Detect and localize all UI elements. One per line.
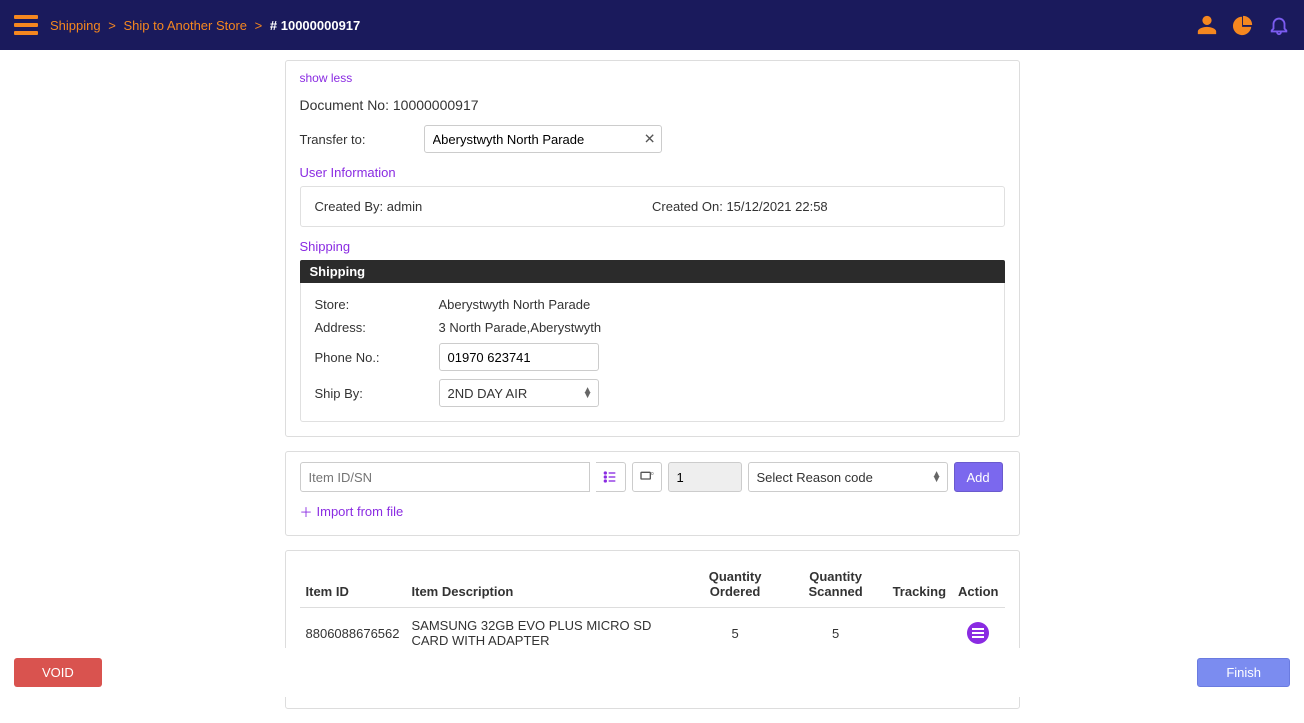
created-by-value: admin [387, 199, 422, 214]
footer: VOID Finish [0, 648, 1304, 697]
svg-text:0: 0 [651, 471, 654, 476]
shipping-panel-header: Shipping [300, 260, 1005, 283]
user-icon[interactable] [1196, 14, 1218, 36]
created-on-label: Created On: [652, 199, 723, 214]
browse-items-button[interactable] [596, 462, 626, 492]
column-item-description: Item Description [406, 561, 686, 608]
document-number: Document No: 10000000917 [300, 97, 1005, 113]
row-action-menu[interactable] [967, 622, 989, 644]
plus-icon: ＋ [300, 502, 313, 521]
add-button[interactable]: Add [954, 462, 1003, 492]
list-icon [602, 469, 618, 485]
transfer-to-label: Transfer to: [300, 132, 424, 147]
toggle-show-less[interactable]: show less [300, 71, 1005, 85]
breadcrumb: Shipping > Ship to Another Store > # 100… [50, 18, 360, 33]
address-label: Address: [315, 320, 439, 335]
void-button[interactable]: VOID [14, 658, 102, 687]
shipping-title[interactable]: Shipping [300, 239, 1005, 254]
store-label: Store: [315, 297, 439, 312]
column-qty-scanned: Quantity Scanned [785, 561, 887, 608]
transfer-card: show less Document No: 10000000917 Trans… [285, 60, 1020, 437]
app-header: Shipping > Ship to Another Store > # 100… [0, 0, 1304, 50]
chart-pie-icon[interactable] [1232, 14, 1254, 36]
chevron-updown-icon: ▲▼ [583, 388, 593, 398]
clear-transfer-icon[interactable]: ✕ [644, 131, 656, 148]
created-by-label: Created By: [315, 199, 384, 214]
phone-label: Phone No.: [315, 350, 439, 365]
breadcrumb-current: # 10000000917 [270, 18, 360, 33]
quantity-input[interactable] [668, 462, 742, 492]
transfer-to-input[interactable] [424, 125, 662, 153]
user-info-panel: Created By: admin Created On: 15/12/2021… [300, 186, 1005, 227]
menu-icon[interactable] [14, 15, 38, 35]
user-info-title[interactable]: User Information [300, 165, 1005, 180]
item-id-input[interactable] [300, 462, 590, 492]
barcode-icon[interactable]: 0 [632, 462, 662, 492]
column-action: Action [952, 561, 1004, 608]
shipping-panel: Store: Aberystwyth North Parade Address:… [300, 283, 1005, 422]
column-qty-ordered: Quantity Ordered [686, 561, 785, 608]
ship-by-select[interactable]: 2ND DAY AIR [439, 379, 599, 407]
ship-by-label: Ship By: [315, 386, 439, 401]
created-on-value: 15/12/2021 22:58 [726, 199, 827, 214]
breadcrumb-shipping[interactable]: Shipping [50, 18, 101, 33]
import-from-file-link[interactable]: ＋ Import from file [300, 502, 404, 521]
store-value: Aberystwyth North Parade [439, 297, 591, 312]
address-value: 3 North Parade,Aberystwyth [439, 320, 602, 335]
phone-input[interactable] [439, 343, 599, 371]
chevron-updown-icon: ▲▼ [932, 472, 942, 482]
bell-icon[interactable] [1268, 14, 1290, 36]
reason-select[interactable]: Select Reason code [748, 462, 948, 492]
column-tracking: Tracking [887, 561, 952, 608]
add-item-card: 0 Select Reason code ▲▼ Add ＋ Import fro… [285, 451, 1020, 536]
finish-button[interactable]: Finish [1197, 658, 1290, 687]
column-item-id: Item ID [300, 561, 406, 608]
breadcrumb-ship-to-store[interactable]: Ship to Another Store [123, 18, 247, 33]
